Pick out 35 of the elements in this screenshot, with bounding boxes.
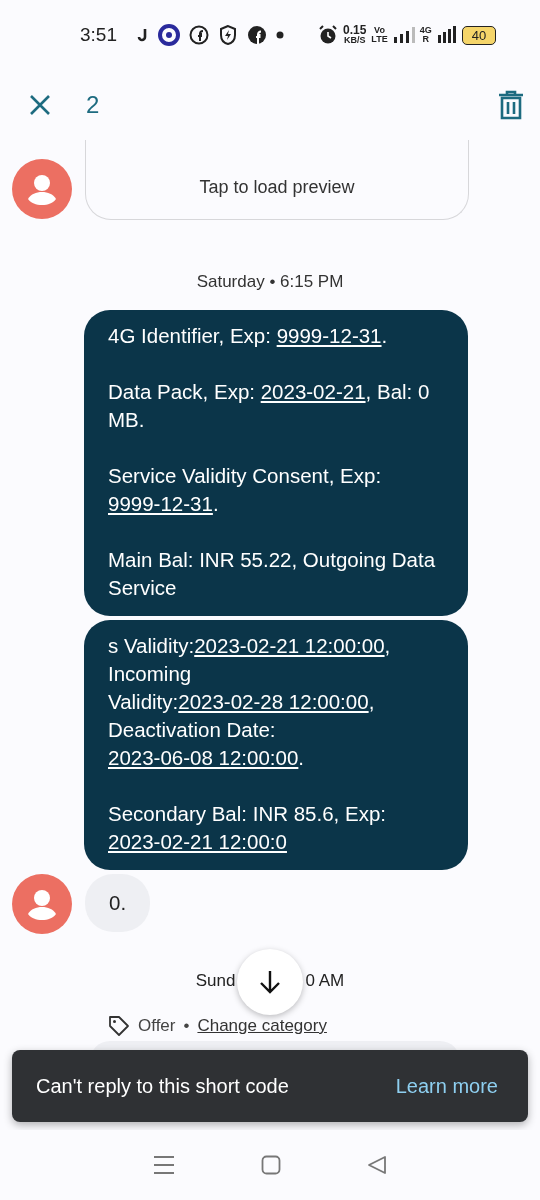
date-divider: Saturday • 6:15 PM <box>195 272 345 292</box>
message-text: Service Validity Consent, Exp: 9999-12-31. <box>108 463 383 517</box>
message-bubble[interactable]: s Validity:2023-02-21 12:00:00, Incoming Validity:2023-02-28 12:00:00, Deactivation Date: 2023-06-08 12:00:00. Secondary Bal: INR 85.6, Exp: 2023-02-21 12:00:0 <box>84 620 468 870</box>
date-link[interactable]: 2023-02-28 12:00:00 <box>178 690 369 713</box>
learn-more-button[interactable]: Learn more <box>395 1074 498 1098</box>
category-label: Offer <box>138 1016 176 1036</box>
snackbar-message: Can't reply to this short code <box>36 1074 289 1098</box>
preview-card[interactable]: Tap to load preview <box>85 140 469 220</box>
status-time: 3:51 <box>80 24 117 46</box>
separator-dot: • <box>183 1016 190 1036</box>
roaming-label: R <box>422 35 429 44</box>
battery-level: 40 <box>461 25 497 45</box>
date-link[interactable]: 2023-06-08 12:00:00 <box>108 746 299 769</box>
date-link[interactable]: 9999-12-31 <box>276 324 382 347</box>
change-category-link[interactable]: Change category <box>197 1016 327 1036</box>
date-link[interactable]: 9999-12-31 <box>108 492 213 515</box>
date-divider: 0 AM <box>305 971 345 991</box>
message-text: Data Pack, Exp: 2023-02-21, Bal: 0 MB. <box>108 379 431 433</box>
message-text: 0. <box>109 890 127 916</box>
date-link[interactable]: 2023-02-21 12:00:0 <box>108 830 287 853</box>
message-text: Secondary Bal: INR 85.6, Exp: 2023-02-21 12:00:0 <box>108 801 388 855</box>
date-divider: Sund <box>195 971 236 991</box>
volte-label: Vo <box>374 26 385 35</box>
message-text: s Validity:2023-02-21 12:00:00, Incoming Validity:2023-02-28 12:00:00, Deactivation Date: 2023-06-08 12:00:00. <box>108 633 392 771</box>
network-speed: 0.15 <box>343 25 367 37</box>
selected-count: 2 <box>86 91 100 119</box>
message-bubble[interactable]: 0. <box>85 874 151 932</box>
speed-unit: KB/S <box>343 36 366 45</box>
volte-label: LTE <box>371 35 388 44</box>
network-type: 4G <box>419 26 432 35</box>
date-link[interactable]: 2023-02-21 <box>260 380 366 403</box>
date-link[interactable]: 2023-02-21 12:00:00 <box>194 634 385 657</box>
message-text: 4G Identifier, Exp: 9999-12-31. <box>108 323 389 349</box>
message-text: Main Bal: INR 55.22, Outgoing Data Service <box>108 547 437 601</box>
message-bubble[interactable]: 4G Identifier, Exp: 9999-12-31. Data Pack, Exp: 2023-02-21, Bal: 0 MB. Service Validity Consent, Exp: 9999-12-31. Main Bal: INR 55.22, Outgoing Data Service <box>84 310 468 616</box>
